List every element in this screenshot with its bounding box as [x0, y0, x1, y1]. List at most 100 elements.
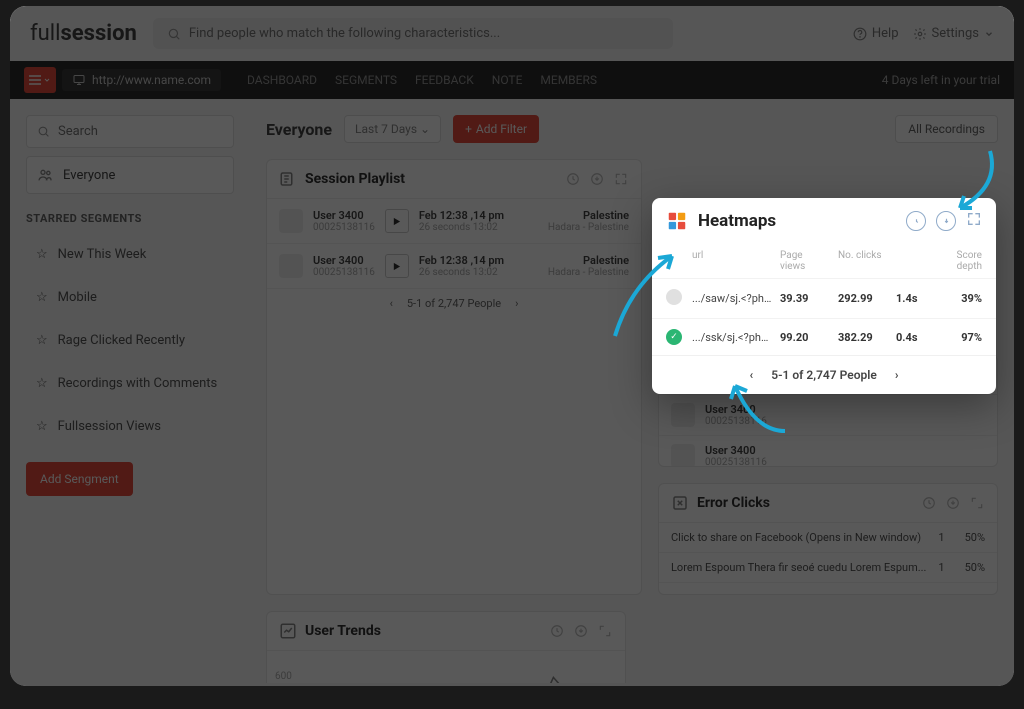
avatar: [671, 444, 695, 467]
prev-page[interactable]: ‹: [750, 368, 754, 382]
star-icon: ☆: [36, 290, 48, 305]
download-icon[interactable]: [936, 211, 956, 231]
add-segment-button[interactable]: Add Sengment: [26, 462, 133, 496]
trend-chart: 600 500 400 300 200 5/4 5/6 5/7 5/7: [267, 651, 625, 683]
nav-segments[interactable]: SEGMENTS: [335, 73, 397, 87]
timestamp: Feb 12:38 ,14 pm: [419, 254, 504, 267]
time-cell: 1.4s: [896, 292, 932, 305]
paginator: ‹ 5-1 of 2,747 People ›: [267, 289, 641, 318]
help-link[interactable]: Help: [853, 26, 899, 41]
expand-icon[interactable]: [966, 211, 982, 231]
date-range-dropdown[interactable]: Last 7 Days ⌄: [344, 115, 441, 143]
clock-icon[interactable]: [565, 171, 581, 187]
sidebar-item-fullsession-views[interactable]: ☆Fullsession Views: [26, 409, 234, 444]
hamburger-button[interactable]: [24, 67, 56, 93]
sidebar-item-label: Rage Clicked Recently: [58, 333, 185, 348]
card-title: Session Playlist: [305, 171, 557, 187]
search-icon: [167, 27, 181, 41]
prev-page[interactable]: ‹: [390, 297, 393, 310]
app-header: fullsession Help Settings: [10, 6, 1014, 61]
download-icon[interactable]: [945, 495, 961, 511]
download-icon[interactable]: [589, 171, 605, 187]
global-search-input[interactable]: [189, 26, 659, 41]
expand-icon[interactable]: [613, 171, 629, 187]
add-filter-label: Add Filter: [476, 122, 527, 136]
col-header: [666, 250, 684, 272]
heatmap-title: Heatmaps: [698, 211, 896, 231]
error-row[interactable]: Lorem Espoum Thera fir seoé cuedu Lorem …: [659, 553, 997, 583]
settings-dropdown[interactable]: Settings: [913, 26, 994, 41]
error-row[interactable]: Click to share on Facebook (Opens in New…: [659, 523, 997, 553]
top-user-row[interactable]: User 340000025138116: [659, 436, 997, 467]
clock-icon[interactable]: [921, 495, 937, 511]
user-name: User 3400: [705, 403, 767, 416]
nav-note[interactable]: NOTE: [492, 73, 523, 87]
star-icon: ☆: [36, 247, 48, 262]
pager-text: 5-1 of 2,747 People: [407, 297, 501, 310]
play-button[interactable]: [385, 209, 409, 233]
sidebar-item-mobile[interactable]: ☆Mobile: [26, 280, 234, 315]
sidebar: Everyone STARRED SEGMENTS ☆New This Week…: [10, 99, 250, 683]
status-check: ✓: [666, 329, 684, 345]
col-header: Score depth: [940, 250, 982, 272]
url-cell: .../saw/sj.<?php...: [692, 292, 772, 305]
play-button[interactable]: [385, 254, 409, 278]
error-count: 1: [938, 531, 944, 544]
top-user-row[interactable]: User 340000025138116: [659, 395, 997, 436]
duration: 26 seconds 13:02: [419, 222, 504, 233]
download-icon[interactable]: [573, 623, 589, 639]
users-icon: [37, 167, 53, 183]
plus-icon: +: [465, 122, 472, 136]
user-code: 00025138116: [705, 457, 767, 467]
trial-status: 4 Days left in your trial: [882, 73, 1000, 87]
star-icon: ☆: [36, 376, 48, 391]
heatmap-row[interactable]: .../saw/sj.<?php... 39.39 292.99 1.4s 39…: [652, 278, 996, 318]
url-display[interactable]: http://www.name.com: [62, 69, 221, 91]
sidebar-item-new-this-week[interactable]: ☆New This Week: [26, 237, 234, 272]
help-label: Help: [872, 26, 899, 41]
sidebar-everyone-label: Everyone: [63, 168, 115, 183]
session-row[interactable]: User 340000025138116 Feb 12:38 ,14 pm26 …: [267, 244, 641, 289]
help-icon: [853, 27, 867, 41]
avatar: [671, 403, 695, 427]
duration: 26 seconds 13:02: [419, 267, 504, 278]
nav-feedback[interactable]: FEEDBACK: [415, 73, 474, 87]
add-filter-button[interactable]: + Add Filter: [453, 115, 539, 143]
user-name: User 3400: [313, 254, 375, 267]
sidebar-search-input[interactable]: [58, 124, 224, 139]
global-search[interactable]: [153, 18, 673, 49]
next-page[interactable]: ›: [895, 368, 899, 382]
clock-icon[interactable]: [549, 623, 565, 639]
clicks-cell: 382.29: [838, 331, 888, 344]
clicks-cell: 292.99: [838, 292, 888, 305]
expand-icon[interactable]: [969, 495, 985, 511]
clock-icon[interactable]: [906, 211, 926, 231]
all-recordings-button[interactable]: All Recordings: [895, 115, 998, 143]
col-header: [896, 250, 932, 272]
url-text: http://www.name.com: [92, 73, 211, 87]
sidebar-item-label: Recordings with Comments: [58, 376, 218, 391]
timestamp: Feb 12:38 ,14 pm: [419, 209, 504, 222]
sidebar-item-recordings-comments[interactable]: ☆ Recordings with Comments: [26, 366, 234, 401]
avatar: [279, 209, 303, 233]
search-icon: [37, 125, 50, 138]
error-text: Lorem Espoum Thera fir seoé cuedu Lorem …: [671, 561, 938, 574]
expand-icon[interactable]: [597, 623, 613, 639]
next-page[interactable]: ›: [515, 297, 518, 310]
session-row[interactable]: User 340000025138116 Feb 12:38 ,14 pm26 …: [267, 199, 641, 244]
isp: Hadara - Palestine: [548, 222, 629, 233]
col-header: No. clicks: [838, 250, 888, 272]
user-name: User 3400: [705, 444, 767, 457]
nav-members[interactable]: MEMBERS: [540, 73, 597, 87]
sidebar-item-everyone[interactable]: Everyone: [26, 156, 234, 194]
sidebar-item-rage-clicked[interactable]: ☆Rage Clicked Recently: [26, 323, 234, 358]
nav-dashboard[interactable]: DASHBOARD: [247, 73, 317, 87]
status-dot: [666, 289, 684, 308]
sidebar-search[interactable]: [26, 115, 234, 148]
sidebar-item-label: Fullsession Views: [58, 419, 161, 434]
score-cell: 39%: [940, 292, 982, 305]
toolbar: Everyone Last 7 Days ⌄ +Add Filter All R…: [266, 115, 998, 143]
card-title: Error Clicks: [697, 495, 913, 511]
heatmap-row[interactable]: ✓ .../ssk/sj.<?php... 99.20 382.29 0.4s …: [652, 318, 996, 355]
heatmap-icon: [666, 210, 688, 232]
